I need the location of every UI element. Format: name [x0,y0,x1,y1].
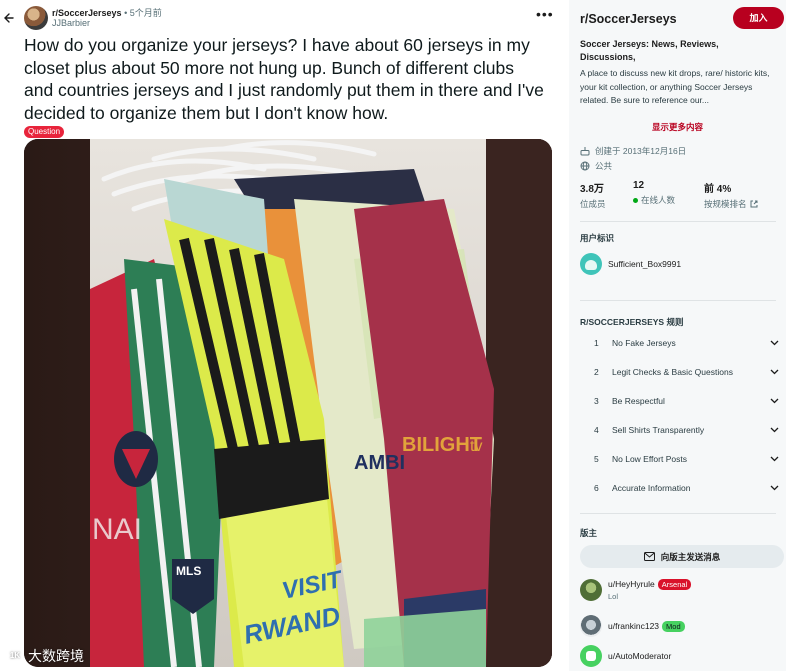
rule-text: Be Respectful [612,396,665,406]
stat-online: 12 在线人数 [633,180,675,206]
stat-rank-value: 前 4% [704,184,732,195]
mods-heading: 版主 [580,528,598,538]
community-sidebar: r/SoccerJerseys 加入 Soccer Jerseys: News,… [569,0,786,671]
post: r/SoccerJerseys • 5个月前 JJBarbier ••• How… [0,0,565,671]
visibility-text: 公共 [595,161,613,171]
globe-icon [580,161,590,171]
rule-item[interactable]: 2 Legit Checks & Basic Questions [580,362,780,382]
more-horizontal-icon[interactable]: ••• [536,7,554,21]
moderator-name: u/AutoModerator [608,651,672,661]
stat-members-label: 位成员 [580,199,606,209]
post-flair[interactable]: Question [24,126,65,138]
message-mods-label: 向版主发送消息 [660,551,721,562]
subreddit-avatar[interactable] [24,6,48,30]
divider [580,221,776,222]
community-name[interactable]: r/SoccerJerseys [580,12,677,26]
message-mods-button[interactable]: 向版主发送消息 [580,545,784,568]
rule-text: Sell Shirts Transparently [612,425,705,435]
chevron-down-icon [768,338,780,348]
rule-number: 5 [594,454,599,464]
post-author[interactable]: JJBarbier [52,18,90,28]
community-description: A place to discuss new kit drops, rare/ … [580,68,770,105]
rule-text: No Fake Jerseys [612,338,676,348]
chevron-down-icon [768,425,780,435]
stat-rank-label: 按规模排名 [704,199,747,209]
meta-separator: • [124,8,128,18]
stat-rank[interactable]: 前 4% 按规模排名 [704,180,758,210]
rule-text: Legit Checks & Basic Questions [612,367,733,377]
rule-number: 6 [594,483,599,493]
user-flair-name: Sufficient_Box9991 [608,259,682,269]
rule-item[interactable]: 4 Sell Shirts Transparently [580,420,780,440]
moderator-item[interactable]: u/HeyHyrule Arsenal Lol [580,579,692,601]
rules-heading: R/SOCCERJERSEYS 规则 [580,317,684,327]
moderator-flair: Mod [662,620,685,632]
stat-members: 3.8万 位成员 [580,180,606,210]
divider [580,300,776,301]
user-avatar [580,253,602,275]
moderator-avatar [580,615,602,637]
stat-online-label: 在线人数 [641,195,676,205]
chevron-down-icon [768,454,780,464]
rule-number: 1 [594,338,599,348]
join-button[interactable]: 加入 [733,7,784,29]
back-arrow-icon[interactable] [0,5,16,31]
moderator-name: u/HeyHyrule [608,579,655,589]
rule-item[interactable]: 3 Be Respectful [580,391,780,411]
rule-item[interactable]: 6 Accurate Information [580,478,780,498]
moderator-flair: Arsenal [657,579,692,590]
post-time: 5个月前 [129,8,162,18]
created-date: 创建于 2013年12月16日 [580,145,686,157]
jersey-text-ambi: AMBI [354,452,405,474]
moderator-flair-text: Lol [608,592,619,601]
moderator-name: u/frankinc123 [608,620,660,631]
user-flair[interactable]: Sufficient_Box9991 [580,253,681,275]
jersey-text-nai: NAI [92,513,142,546]
chevron-down-icon [768,367,780,377]
watermark-text: 大数跨境 [28,648,84,664]
rule-number: 2 [594,367,599,377]
online-dot-icon [633,197,638,203]
rule-text: No Low Effort Posts [612,454,687,464]
watermark-logo: 1K [6,649,24,663]
mail-icon [643,552,655,561]
rule-text: Accurate Information [612,483,691,493]
watermark: 1K 大数跨境 [6,646,84,666]
chevron-down-icon [768,483,780,493]
rule-number: 3 [594,396,599,406]
post-image[interactable]: MLS NAI AMBI BILIGHT tv VISIT RWAND [24,139,552,667]
post-subreddit-link[interactable]: r/SoccerJerseys [52,8,122,18]
moderator-avatar [580,579,602,601]
mls-badge-text: MLS [176,564,201,578]
show-more-link[interactable]: 显示更多内容 [569,121,786,133]
external-link-icon [750,200,758,208]
chevron-down-icon [768,396,780,406]
stat-online-value: 12 [633,180,645,191]
moderator-avatar [580,645,602,667]
created-date-text: 创建于 2013年12月16日 [595,146,687,156]
cake-icon [580,147,590,156]
divider [580,513,776,514]
user-flair-heading: 用户标识 [580,233,615,243]
jersey-text-tv: tv [470,438,482,455]
post-title: How do you organize your jerseys? I have… [24,35,544,123]
stat-members-value: 3.8万 [580,184,604,195]
moderator-item[interactable]: u/frankinc123 Mod [580,615,685,637]
rule-item[interactable]: 1 No Fake Jerseys [580,333,780,353]
rule-item[interactable]: 5 No Low Effort Posts [580,449,780,469]
visibility: 公共 [580,160,612,172]
jerseys-photo: MLS NAI AMBI BILIGHT tv VISIT RWAND [24,139,552,667]
rule-number: 4 [594,425,599,435]
moderator-item[interactable]: u/AutoModerator [580,645,671,667]
community-description-title: Soccer Jerseys: News, Reviews, Discussio… [580,39,719,62]
